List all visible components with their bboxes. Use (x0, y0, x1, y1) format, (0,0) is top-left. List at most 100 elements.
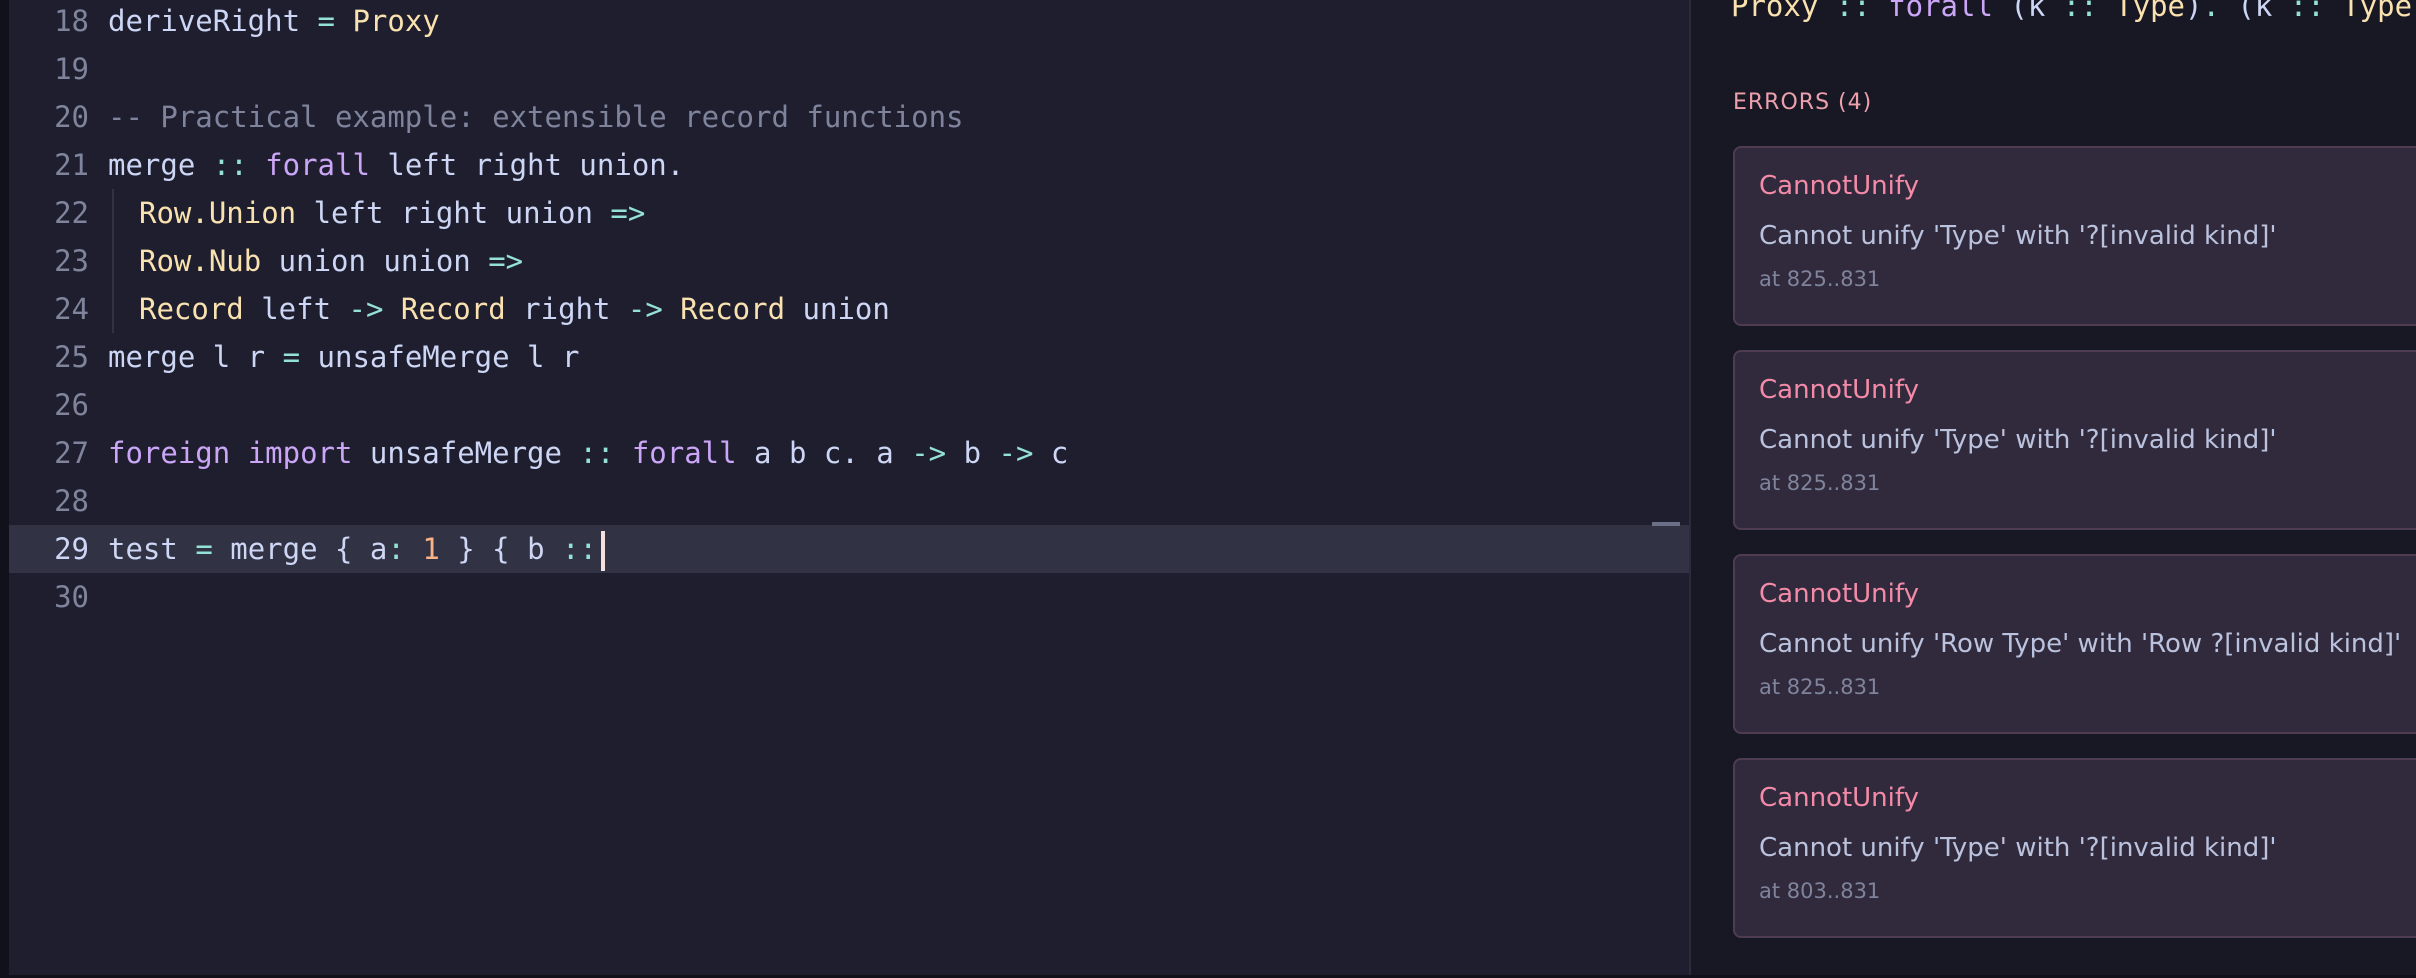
error-name: CannotUnify (1759, 171, 1919, 201)
code-line[interactable]: 22 Row.Union left right union => (9, 189, 1689, 237)
line-number: 21 (54, 148, 89, 182)
line-code: test = merge { a: 1 } { b :: (108, 525, 605, 573)
code-token: Record (680, 292, 786, 326)
signature-token: ) (2185, 0, 2203, 23)
line-number: 18 (54, 4, 89, 38)
signature-token: ) (2412, 0, 2416, 23)
code-token: b (946, 436, 999, 470)
errors-header: ERRORS (4) (1733, 90, 1873, 115)
signature-token (2325, 0, 2342, 23)
line-number: 23 (54, 244, 89, 278)
line-number: 29 (54, 532, 89, 566)
code-token: -- Practical example: extensible record … (108, 100, 964, 134)
code-line[interactable]: 23 Row.Nub union union => (9, 237, 1689, 285)
line-number: 22 (54, 196, 89, 230)
signature-token: (k (2219, 0, 2290, 23)
code-token: 1 (422, 532, 440, 566)
code-token: unsafeMerge (352, 436, 580, 470)
code-token: Record (139, 292, 244, 326)
code-token: right (505, 292, 628, 326)
code-line[interactable]: 24 Record left -> Record right -> Record … (9, 285, 1689, 333)
code-line[interactable]: 19 (9, 45, 1689, 93)
code-line[interactable]: 30 (9, 573, 1689, 621)
error-message: Cannot unify 'Row Type' with 'Row ?[inva… (1759, 629, 2402, 659)
diagnostics-panel: Proxy :: forall (k :: Type). (k :: Type)… (1689, 0, 2416, 978)
code-token: -> (911, 436, 947, 470)
line-code: deriveRight = Proxy (108, 0, 440, 45)
signature-token: :: (1835, 0, 1871, 23)
code-line[interactable]: 21 merge :: forall left right union. (9, 141, 1689, 189)
code-token: -> (627, 292, 663, 326)
code-token: => (610, 196, 646, 230)
code-token: forall (265, 148, 370, 182)
code-line[interactable]: 26 (9, 381, 1689, 429)
code-token: import (247, 436, 353, 470)
text-cursor (600, 531, 605, 571)
line-code: foreign import unsafeMerge :: forall a b… (108, 429, 1068, 477)
error-location: at 825..831 (1759, 267, 1881, 291)
line-number: 28 (54, 484, 89, 518)
code-token: merge l r (108, 340, 283, 374)
line-number: 27 (54, 436, 89, 470)
code-token: -> (348, 292, 384, 326)
error-list: CannotUnify Cannot unify 'Type' with '?[i… (1733, 146, 2416, 962)
error-message: Cannot unify 'Type' with '?[invalid kind… (1759, 425, 2277, 455)
code-line[interactable]: 29 test = merge { a: 1 } { b :: (9, 525, 1689, 573)
line-number: 26 (54, 388, 89, 422)
error-card[interactable]: CannotUnify Cannot unify 'Type' with '?[i… (1733, 146, 2416, 326)
code-token: Row.Union (139, 196, 297, 230)
code-token: Row.Nub (139, 244, 262, 278)
code-line[interactable]: 27 foreign import unsafeMerge :: forall a… (9, 429, 1689, 477)
line-number: 20 (54, 100, 89, 134)
signature-token (1871, 0, 1888, 23)
code-token: a b c. a (736, 436, 912, 470)
indent-guide (108, 189, 139, 237)
code-line[interactable]: 18 deriveRight = Proxy (9, 0, 1689, 45)
error-card[interactable]: CannotUnify Cannot unify 'Row Type' with … (1733, 554, 2416, 734)
code-token: merge (108, 148, 213, 182)
error-location: at 803..831 (1759, 879, 1881, 903)
left-edge-bar (0, 0, 9, 978)
line-code: -- Practical example: extensible record … (108, 93, 964, 141)
code-line[interactable]: 20 -- Practical example: extensible recor… (9, 93, 1689, 141)
scrollbar-marker[interactable] (1652, 522, 1680, 526)
code-token: = (282, 340, 301, 374)
code-token: test (108, 532, 196, 566)
line-code: merge :: forall left right union. (108, 141, 684, 189)
code-line[interactable]: 25 merge l r = unsafeMerge l r (9, 333, 1689, 381)
signature-token (2098, 0, 2115, 23)
signature-token (1818, 0, 1835, 23)
app-window: 18 deriveRight = Proxy 19 20 -- Practical ex… (0, 0, 2416, 978)
code-token: left right union (296, 196, 611, 230)
signature-token: :: (2289, 0, 2325, 23)
indent-guide (108, 285, 139, 333)
code-token: deriveRight (108, 4, 318, 38)
error-location: at 825..831 (1759, 675, 1881, 699)
error-card[interactable]: CannotUnify Cannot unify 'Type' with '?[i… (1733, 350, 2416, 530)
type-signature: Proxy :: forall (k :: Type). (k :: Type)… (1731, 0, 2416, 24)
code-token: :: (212, 148, 248, 182)
code-token: unsafeMerge l r (300, 340, 580, 374)
code-line[interactable]: 28 (9, 477, 1689, 525)
error-message: Cannot unify 'Type' with '?[invalid kind… (1759, 221, 2277, 251)
code-token: :: (579, 436, 615, 470)
line-number: 19 (54, 52, 89, 86)
code-editor[interactable]: 18 deriveRight = Proxy 19 20 -- Practical ex… (9, 0, 1689, 978)
error-name: CannotUnify (1759, 375, 1919, 405)
error-card[interactable]: CannotUnify Cannot unify 'Type' with '?[i… (1733, 758, 2416, 938)
line-code: merge l r = unsafeMerge l r (108, 333, 579, 381)
signature-token: forall (1888, 0, 1993, 23)
code-token: = (195, 532, 213, 566)
code-token: c (1033, 436, 1069, 470)
signature-token: :: (2062, 0, 2098, 23)
signature-token: (k (1992, 0, 2063, 23)
code-token: union (785, 292, 890, 326)
error-message: Cannot unify 'Type' with '?[invalid kind… (1759, 833, 2277, 863)
code-token: merge { a (212, 532, 388, 566)
